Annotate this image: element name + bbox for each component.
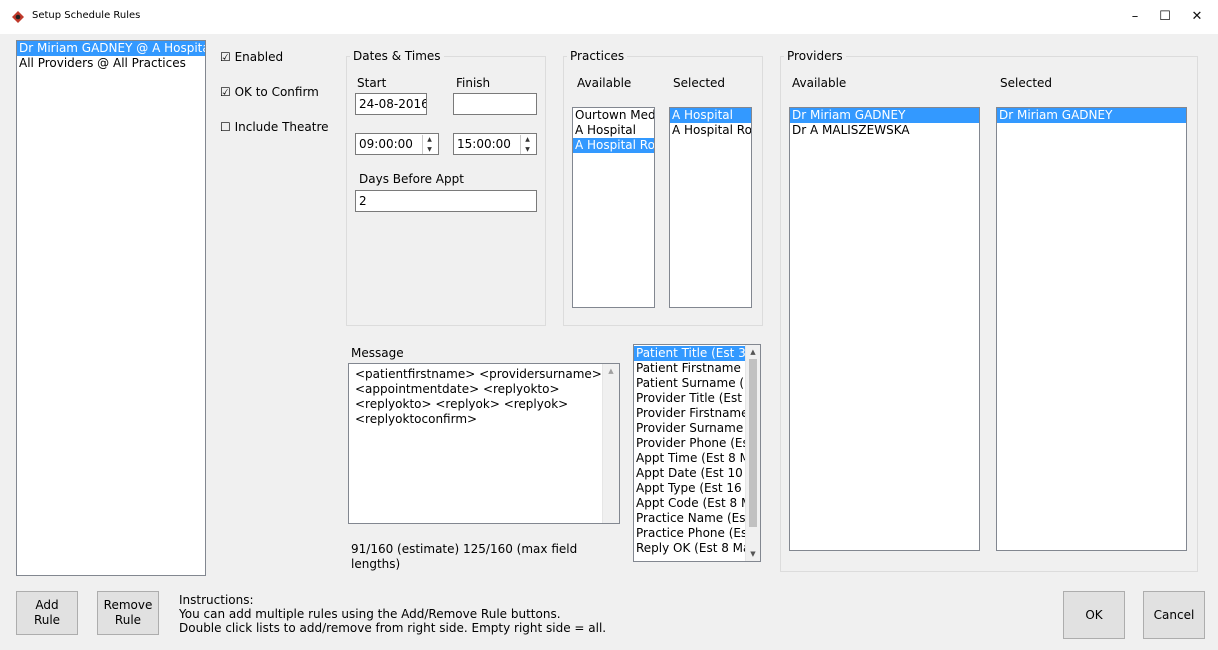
message-textarea[interactable]: <patientfirstname> <providersurname> <app… [348, 363, 620, 524]
finish-time-spinner[interactable]: ▲ ▼ [520, 135, 534, 154]
enabled-check-glyph: ☑ [220, 50, 235, 64]
providers-available-label: Available [792, 76, 847, 90]
include-theatre-checkbox[interactable]: ☐ Include Theatre [220, 120, 329, 134]
practice-available-item[interactable]: Ourtown Medical [573, 108, 654, 123]
practice-available-item[interactable]: A Hospital [573, 123, 654, 138]
scroll-up-icon[interactable]: ▲ [603, 364, 619, 375]
field-list-item[interactable]: Provider Firstname [634, 406, 746, 421]
rule-list-item[interactable]: Dr Miriam GADNEY @ A Hospital [17, 41, 205, 56]
close-button[interactable]: ✕ [1174, 0, 1218, 34]
practices-label: Practices [567, 49, 628, 63]
practices-selected-list[interactable]: A Hospital A Hospital Ro [669, 107, 752, 308]
finish-label: Finish [456, 76, 491, 90]
providers-selected-label: Selected [1000, 76, 1053, 90]
providers-selected-list[interactable]: Dr Miriam GADNEY [996, 107, 1187, 551]
ok-to-confirm-checkbox[interactable]: ☑ OK to Confirm [220, 85, 319, 99]
start-date-input[interactable]: 24-08-2016 [355, 93, 427, 115]
include-theatre-label: Include Theatre [234, 120, 329, 134]
message-label: Message [351, 346, 404, 360]
message-line: <appointmentdate> <replyokto> [355, 382, 560, 396]
practice-selected-item[interactable]: A Hospital Ro [670, 123, 751, 138]
message-line: <replyoktoconfirm> [355, 412, 478, 426]
scroll-thumb[interactable] [749, 359, 757, 527]
title-bar: Setup Schedule Rules – ☐ ✕ [0, 0, 1218, 34]
finish-date-input[interactable] [453, 93, 537, 115]
message-count: 91/160 (estimate) 125/160 (max field len… [351, 542, 577, 572]
scroll-down-icon[interactable]: ▼ [746, 547, 760, 561]
field-list-item[interactable]: Reply OK (Est 8 Ma [634, 541, 746, 556]
dates-times-label: Dates & Times [350, 49, 444, 63]
message-count-line-2: lengths) [351, 557, 401, 571]
field-list-scrollbar[interactable]: ▲ ▼ [745, 345, 760, 561]
field-list-item[interactable]: Appt Code (Est 8 M [634, 496, 746, 511]
add-rule-button[interactable]: Add Rule [16, 591, 78, 635]
provider-selected-item[interactable]: Dr Miriam GADNEY [997, 108, 1186, 123]
message-line: <patientfirstname> <providersurname> [355, 367, 602, 381]
field-list-item[interactable]: Patient Surname (E [634, 376, 746, 391]
field-list-item[interactable]: Appt Date (Est 10 N [634, 466, 746, 481]
providers-label: Providers [784, 49, 846, 63]
include-theatre-check-glyph: ☐ [220, 120, 235, 134]
provider-available-item[interactable]: Dr Miriam GADNEY [790, 108, 979, 123]
message-line: <replyokto> <replyok> <replyok> [355, 397, 569, 411]
ok-to-confirm-label: OK to Confirm [234, 85, 319, 99]
field-list-items: Patient Title (Est 3 Patient Firstname (I… [634, 345, 746, 556]
field-list-item[interactable]: Patient Title (Est 3 [634, 346, 746, 361]
field-list-item[interactable]: Provider Surname ( [634, 421, 746, 436]
ok-button[interactable]: OK [1063, 591, 1125, 639]
start-time-value: 09:00:00 [359, 137, 413, 151]
rules-list[interactable]: Dr Miriam GADNEY @ A Hospital All Provide… [16, 40, 206, 576]
field-list-item[interactable]: Provider Phone (Est [634, 436, 746, 451]
spin-up-icon[interactable]: ▲ [423, 135, 436, 145]
providers-available-list[interactable]: Dr Miriam GADNEY Dr A MALISZEWSKA [789, 107, 980, 551]
practice-selected-item[interactable]: A Hospital [670, 108, 751, 123]
instructions-title: Instructions: [179, 593, 254, 607]
ok-to-confirm-check-glyph: ☑ [220, 85, 235, 99]
instructions-line-2: Double click lists to add/remove from ri… [179, 621, 607, 635]
instructions: Instructions: You can add multiple rules… [179, 593, 606, 635]
days-before-label: Days Before Appt [359, 172, 464, 186]
field-list[interactable]: Patient Title (Est 3 Patient Firstname (I… [633, 344, 761, 562]
field-list-item[interactable]: Appt Type (Est 16 I [634, 481, 746, 496]
practice-available-item[interactable]: A Hospital Ro [573, 138, 654, 153]
finish-time-input[interactable]: 15:00:00 ▲ ▼ [453, 133, 537, 155]
enabled-checkbox[interactable]: ☑ Enabled [220, 50, 283, 64]
message-text: <patientfirstname> <providersurname> <app… [349, 364, 619, 427]
practices-available-label: Available [577, 76, 632, 90]
window-title: Setup Schedule Rules [32, 10, 141, 21]
start-label: Start [357, 76, 387, 90]
message-count-line-1: 91/160 (estimate) 125/160 (max field [351, 542, 578, 556]
field-list-item[interactable]: Patient Firstname (I [634, 361, 746, 376]
field-list-item[interactable]: Appt Time (Est 8 M [634, 451, 746, 466]
instructions-line-1: You can add multiple rules using the Add… [179, 607, 561, 621]
provider-available-item[interactable]: Dr A MALISZEWSKA [790, 123, 979, 138]
practices-available-list[interactable]: Ourtown MedicalA HospitalA Hospital Ro [572, 107, 655, 308]
start-time-input[interactable]: 09:00:00 ▲ ▼ [355, 133, 439, 155]
field-list-item[interactable]: Practice Name (Est [634, 511, 746, 526]
scroll-up-icon[interactable]: ▲ [746, 345, 760, 359]
field-list-item[interactable]: Practice Phone (Est [634, 526, 746, 541]
spin-down-icon[interactable]: ▼ [423, 145, 436, 154]
days-before-input[interactable]: 2 [355, 190, 537, 212]
message-scrollbar[interactable]: ▲ [602, 364, 619, 523]
spin-up-icon[interactable]: ▲ [521, 135, 534, 145]
enabled-label: Enabled [234, 50, 284, 64]
field-list-item[interactable]: Provider Title (Est 3 [634, 391, 746, 406]
start-time-spinner[interactable]: ▲ ▼ [422, 135, 436, 154]
cancel-button[interactable]: Cancel [1143, 591, 1205, 639]
finish-time-value: 15:00:00 [457, 137, 511, 151]
rule-list-item[interactable]: All Providers @ All Practices [17, 56, 205, 71]
spin-down-icon[interactable]: ▼ [521, 145, 534, 154]
practices-selected-label: Selected [673, 76, 726, 90]
app-icon [12, 11, 24, 23]
remove-rule-button[interactable]: Remove Rule [97, 591, 159, 635]
